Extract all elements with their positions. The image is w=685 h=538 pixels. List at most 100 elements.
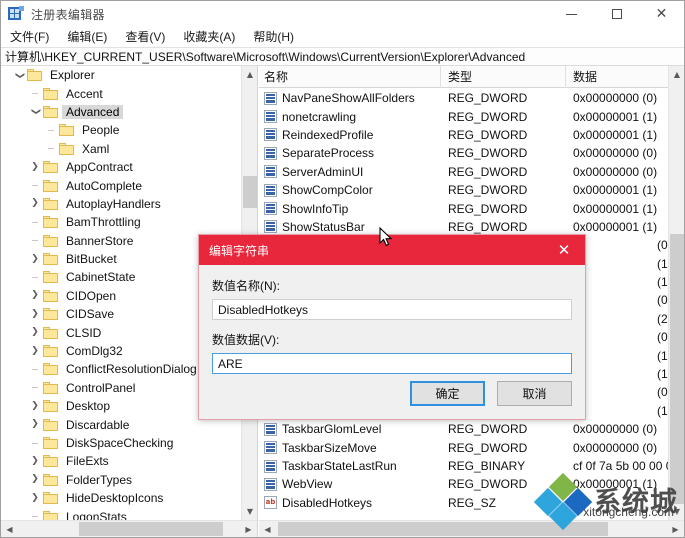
scroll-up-icon[interactable]: ▲ (669, 66, 684, 83)
chevron-right-icon[interactable]: ❯ (31, 162, 39, 172)
chevron-right-icon[interactable]: ❯ (31, 254, 39, 264)
expander-collapsed[interactable]: ❯ (27, 287, 43, 305)
table-row[interactable]: ShowInfoTip REG_DWORD 0x00000001 (1) (259, 199, 668, 217)
table-row[interactable]: ReindexedProfile REG_DWORD 0x00000001 (1) (259, 126, 668, 144)
tree-item-fileexts[interactable]: ❯ FileExts (1, 452, 241, 470)
scroll-up-icon[interactable]: ▲ (242, 66, 257, 83)
tree-item-people[interactable]: People (1, 121, 241, 139)
chevron-right-icon[interactable]: ❯ (31, 493, 39, 503)
maximize-button[interactable] (594, 1, 639, 27)
expander-collapsed[interactable]: ❯ (27, 305, 43, 323)
column-header-data[interactable]: 数据 (566, 66, 684, 88)
tree-item-explorer[interactable]: ❯ Explorer (1, 66, 241, 84)
cancel-button[interactable]: 取消 (497, 381, 572, 406)
expander-collapsed[interactable]: ❯ (27, 250, 43, 268)
value-type-cell: REG_DWORD (448, 164, 528, 179)
scroll-right-icon[interactable]: ▶ (240, 521, 257, 537)
tree-item-accent[interactable]: Accent (1, 84, 241, 102)
chevron-right-icon[interactable]: ❯ (31, 401, 39, 411)
expander-collapsed[interactable]: ❯ (27, 324, 43, 342)
scroll-right-icon[interactable]: ▶ (667, 521, 684, 537)
value-data-input[interactable]: ARE (212, 353, 572, 374)
scroll-left-icon[interactable]: ◀ (1, 521, 18, 537)
tree-item-diskspacechecking[interactable]: DiskSpaceChecking (1, 434, 241, 452)
expander-collapsed[interactable]: ❯ (27, 416, 43, 434)
menu-item-3[interactable]: 收藏夹(A) (174, 28, 244, 47)
close-button[interactable]: ✕ (639, 1, 684, 27)
scroll-down-icon[interactable]: ▼ (669, 503, 684, 520)
ok-button[interactable]: 确定 (410, 381, 485, 406)
value-name-input[interactable]: DisabledHotkeys (212, 299, 572, 320)
list-horizontal-scrollbar[interactable]: ◀ ▶ (259, 520, 684, 537)
tree-scroll-thumb[interactable] (243, 176, 257, 208)
chevron-right-icon[interactable]: ❯ (31, 291, 39, 300)
table-row[interactable]: ShowCompColor REG_DWORD 0x00000001 (1) (259, 181, 668, 199)
minimize-button[interactable] (549, 1, 594, 27)
table-row[interactable]: WebView REG_DWORD 0x00000001 (1) (259, 475, 668, 493)
value-name-cell: ShowStatusBar (259, 220, 441, 234)
menu-item-1[interactable]: 编辑(E) (58, 28, 116, 47)
expander-collapsed[interactable]: ❯ (27, 471, 43, 489)
tree-item-xaml[interactable]: Xaml (1, 140, 241, 158)
expander-collapsed[interactable]: ❯ (27, 158, 43, 176)
value-name-text: ReindexedProfile (282, 127, 374, 142)
folder-icon (43, 437, 58, 449)
chevron-down-icon[interactable]: ❯ (30, 108, 40, 116)
column-header-name[interactable]: 名称 (259, 66, 441, 88)
expander-open[interactable]: ❯ (27, 103, 43, 121)
menu-item-2[interactable]: 查看(V) (116, 28, 174, 47)
scroll-left-icon[interactable]: ◀ (259, 521, 276, 537)
menu-item-0[interactable]: 文件(F) (1, 28, 58, 47)
dialog-close-button[interactable]: ✕ (543, 235, 585, 265)
tree-item-foldertypes[interactable]: ❯ FolderTypes (1, 471, 241, 489)
chevron-right-icon[interactable]: ❯ (31, 475, 39, 484)
tree-item-logonstats[interactable]: LogonStats (1, 507, 241, 520)
tree-item-hidedesktopicons[interactable]: ❯ HideDesktopIcons (1, 489, 241, 507)
tree-item-appcontract[interactable]: ❯ AppContract (1, 158, 241, 176)
list-vertical-scrollbar[interactable]: ▲ ▼ (668, 66, 684, 520)
tree-item-bamthrottling[interactable]: BamThrottling (1, 213, 241, 231)
tree-item-autoplayhandlers[interactable]: ❯ AutoplayHandlers (1, 195, 241, 213)
expander-collapsed[interactable]: ❯ (27, 452, 43, 470)
value-type-cell: REG_DWORD (448, 183, 528, 198)
table-row[interactable]: nonetcrawling REG_DWORD 0x00000001 (1) (259, 107, 668, 125)
chevron-right-icon[interactable]: ❯ (31, 346, 39, 356)
close-icon: ✕ (655, 6, 668, 22)
dword-icon (264, 91, 277, 105)
table-row[interactable]: SeparateProcess REG_DWORD 0x00000000 (0) (259, 144, 668, 162)
value-name-text: nonetcrawling (282, 109, 357, 124)
expander-collapsed[interactable]: ❯ (27, 342, 43, 360)
expander-collapsed[interactable]: ❯ (27, 397, 43, 415)
tree-item-label: ControlPanel (66, 380, 136, 395)
chevron-down-icon[interactable]: ❯ (14, 71, 24, 79)
expander-collapsed[interactable]: ❯ (27, 195, 43, 213)
chevron-right-icon[interactable]: ❯ (31, 328, 39, 337)
menu-item-4[interactable]: 帮助(H) (244, 28, 303, 47)
list-hscroll-thumb[interactable] (278, 522, 608, 536)
table-row[interactable]: ServerAdminUI REG_DWORD 0x00000000 (0) (259, 163, 668, 181)
column-header-type[interactable]: 类型 (441, 66, 566, 88)
value-name-text: WebView (282, 477, 333, 492)
value-data-cell: 0x00000000 (0) (573, 146, 658, 161)
table-row[interactable]: TaskbarGlomLevel REG_DWORD 0x00000000 (0) (259, 420, 668, 438)
scroll-down-icon[interactable]: ▼ (242, 503, 257, 520)
value-data-cell: 0x00000001 (1) (573, 219, 658, 234)
expander-collapsed[interactable]: ❯ (27, 489, 43, 507)
chevron-right-icon[interactable]: ❯ (31, 420, 39, 429)
dword-icon (264, 146, 277, 160)
chevron-right-icon[interactable]: ❯ (31, 456, 39, 466)
tree-hscroll-thumb[interactable] (79, 522, 223, 536)
table-row[interactable]: ab DisabledHotkeys REG_SZ (259, 494, 668, 512)
tree-item-autocomplete[interactable]: AutoComplete (1, 176, 241, 194)
table-row[interactable]: TaskbarStateLastRun REG_BINARY cf 0f 7a 5b… (259, 457, 668, 475)
list-scroll-thumb[interactable] (670, 234, 684, 504)
chevron-right-icon[interactable]: ❯ (31, 309, 39, 319)
table-row[interactable]: NavPaneShowAllFolders REG_DWORD 0x00000000… (259, 89, 668, 107)
table-row[interactable]: TaskbarSizeMove REG_DWORD 0x00000000 (0) (259, 438, 668, 456)
tree-horizontal-scrollbar[interactable]: ◀ ▶ (1, 520, 257, 537)
expander-open[interactable]: ❯ (11, 66, 27, 84)
chevron-right-icon[interactable]: ❯ (31, 199, 39, 208)
value-data-cell: 0x00000001 (1) (573, 183, 658, 198)
address-bar[interactable]: 计算机\HKEY_CURRENT_USER\Software\Microsoft… (1, 48, 684, 66)
tree-item-advanced[interactable]: ❯ Advanced (1, 103, 241, 121)
